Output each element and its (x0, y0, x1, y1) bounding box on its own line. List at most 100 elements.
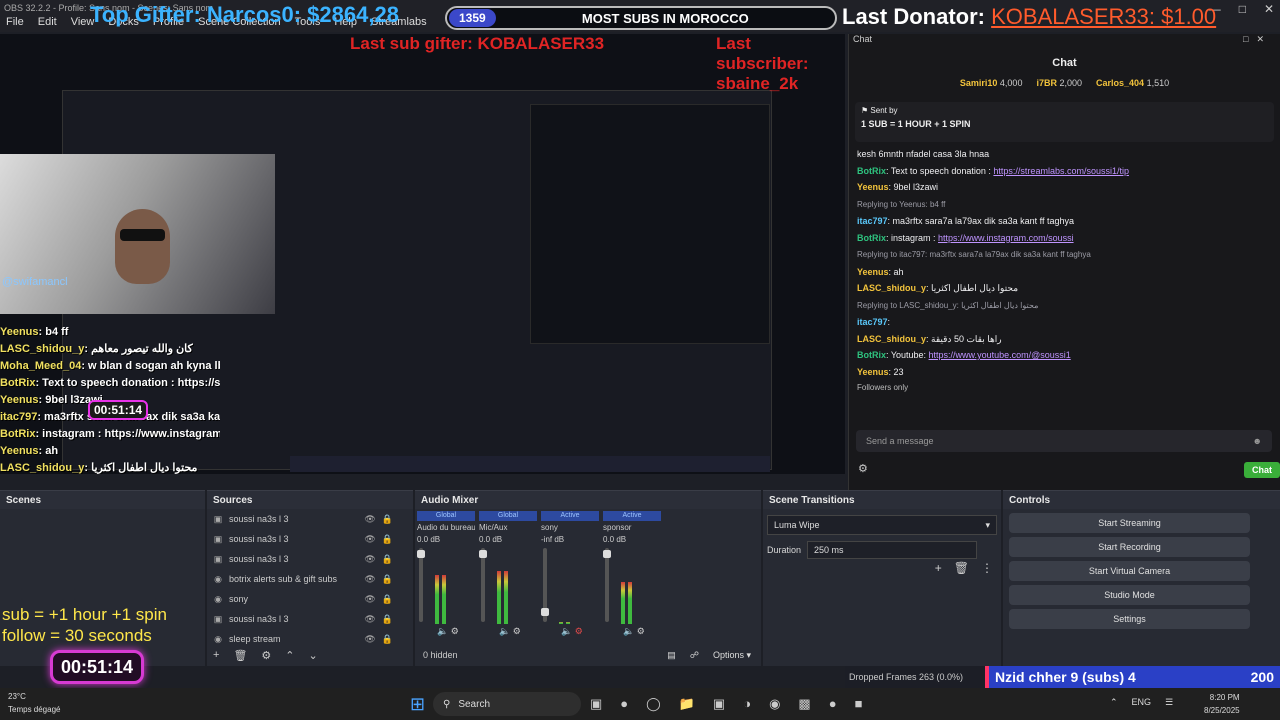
mixer-channel-name[interactable]: Mic/Aux (479, 521, 537, 534)
link-icon[interactable]: ☍ (690, 650, 699, 661)
volume-slider-knob[interactable] (541, 608, 549, 616)
move-down-icon[interactable]: ⌄ (309, 649, 318, 662)
mixer-options-button[interactable]: Options ▾ (713, 650, 751, 661)
scenes-title: Scenes (0, 491, 205, 509)
chat-username[interactable]: Yeenus (857, 267, 889, 277)
chat-username[interactable]: BotRix (857, 166, 886, 176)
layout-icon[interactable]: ▤ (667, 650, 676, 661)
level-meter (621, 582, 625, 624)
chat-link[interactable]: https://www.instagram.com/soussi (938, 233, 1074, 243)
volume-slider-knob[interactable] (603, 550, 611, 558)
chat-username[interactable]: Yeenus (857, 182, 889, 192)
maximize-icon[interactable]: □ (1239, 2, 1246, 16)
chat-username[interactable]: itac797 (857, 216, 888, 226)
add-icon[interactable]: + (213, 649, 219, 662)
control-button[interactable]: Start Streaming (1009, 513, 1250, 533)
chat-send-button[interactable]: Chat (1244, 462, 1280, 478)
app-icon[interactable]: ■ (855, 696, 863, 712)
pinned-message[interactable]: ⚑ Sent by 1 SUB = 1 HOUR + 1 SPIN (855, 102, 1274, 142)
remove-transition-icon[interactable]: 🗑 (954, 561, 969, 575)
visibility-lock-icons[interactable]: 👁🔒 (364, 534, 399, 545)
capcut-icon[interactable]: ▣ (713, 696, 725, 712)
sub-goal-bar: Nzid chher 9 (subs) 4 200 (985, 666, 1280, 688)
visibility-lock-icons[interactable]: 👁🔒 (364, 554, 399, 565)
chevron-up-icon[interactable]: ⌃ (1110, 697, 1118, 708)
speaker-icon[interactable]: 🔈 (437, 626, 451, 636)
control-button[interactable]: Settings (1009, 609, 1250, 629)
visibility-lock-icons[interactable]: 👁🔒 (364, 614, 399, 625)
chat-username[interactable]: LASC_shidou_y (857, 334, 926, 344)
lang-indicator[interactable]: ENG (1132, 697, 1152, 708)
add-transition-icon[interactable]: + (935, 561, 942, 575)
gear-icon[interactable]: ⚙ (261, 649, 271, 662)
visibility-lock-icons[interactable]: 👁🔒 (364, 634, 399, 645)
menu-item[interactable]: File (6, 16, 24, 32)
chat-link[interactable]: https://www.youtube.com/@soussi1 (929, 350, 1071, 360)
speaker-icon[interactable]: 🔈 (623, 626, 637, 636)
source-item[interactable]: ▣ soussi na3s l 3 👁🔒 (207, 609, 413, 629)
gear-icon[interactable]: ⚙ (451, 626, 459, 636)
wifi-icon[interactable]: ☰ (1165, 697, 1173, 708)
control-button[interactable]: Studio Mode (1009, 585, 1250, 605)
volume-slider[interactable] (481, 548, 485, 622)
mixer-channel-name[interactable]: Audio du bureau (417, 521, 475, 534)
menu-item[interactable]: Edit (38, 16, 57, 32)
more-icon[interactable]: ⋮ (981, 561, 993, 575)
source-item[interactable]: ◉ sleep stream 👁🔒 (207, 629, 413, 649)
task-view-icon[interactable]: ▣ (590, 696, 602, 712)
visibility-lock-icons[interactable]: 👁🔒 (364, 514, 399, 525)
dock-controls-icon[interactable]: □✕ (1243, 34, 1280, 48)
volume-slider[interactable] (605, 548, 609, 622)
volume-slider-knob[interactable] (417, 550, 425, 558)
file-explorer-icon[interactable]: 📁 (679, 696, 695, 712)
duration-label: Duration (767, 545, 802, 555)
mixer-channel: Global Audio du bureau 0.0 dB 🔈 ⚙ (417, 511, 475, 637)
source-item[interactable]: ▣ soussi na3s l 3 👁🔒 (207, 529, 413, 549)
source-item[interactable]: ▣ soussi na3s l 3 👁🔒 (207, 549, 413, 569)
source-item[interactable]: ◉ sony 👁🔒 (207, 589, 413, 609)
volume-slider-knob[interactable] (479, 550, 487, 558)
chat-input[interactable]: Send a message ☻ (856, 430, 1272, 452)
terminal-icon[interactable]: ▩ (798, 696, 810, 712)
visibility-lock-icons[interactable]: 👁🔒 (364, 574, 399, 585)
windows-start-icon[interactable]: ⊞ (410, 694, 425, 715)
close-icon[interactable]: ✕ (1264, 2, 1274, 16)
discord-icon[interactable]: ● (620, 696, 628, 712)
speaker-icon[interactable]: 🔈 (499, 626, 513, 636)
weather-widget[interactable]: 23°C Temps dégagé (8, 690, 60, 716)
taskbar-search[interactable]: ⚲ Search (433, 692, 581, 716)
reply-text: Replying to LASC_shidou_y: محتوا ديال اط… (857, 300, 1039, 310)
gear-icon[interactable]: ⚙ (575, 626, 583, 636)
duration-input[interactable]: 250 ms (807, 541, 978, 559)
chat-username[interactable]: BotRix (857, 233, 886, 243)
chat-username[interactable]: itac797 (857, 317, 888, 327)
taskbar-clock[interactable]: 8:20 PM 8/25/2025 (1204, 691, 1240, 717)
source-item[interactable]: ▣ soussi na3s l 3 👁🔒 (207, 509, 413, 529)
browser-icon[interactable]: ◑ (743, 696, 751, 712)
chat-link[interactable]: https://streamlabs.com/soussi1/tip (993, 166, 1129, 176)
visibility-lock-icons[interactable]: 👁🔒 (364, 594, 399, 605)
gear-icon[interactable]: ⚙ (637, 626, 645, 636)
gear-icon[interactable]: ⚙ (513, 626, 521, 636)
volume-slider[interactable] (419, 548, 423, 622)
spotify-icon[interactable]: ● (829, 696, 837, 712)
source-item[interactable]: ◉ botrix alerts sub & gift subs 👁🔒 (207, 569, 413, 589)
obs-icon[interactable]: ◉ (769, 696, 780, 712)
mixer-channel-name[interactable]: sponsor (603, 521, 661, 534)
emote-icon[interactable]: ☻ (1253, 436, 1262, 446)
preview-canvas[interactable]: Last sub gifter: KOBALASER33 Last subscr… (0, 34, 845, 474)
chat-username[interactable]: BotRix (857, 350, 886, 360)
move-up-icon[interactable]: ⌃ (285, 649, 294, 662)
chat-settings-icon[interactable]: ⚙ (858, 462, 868, 475)
control-button[interactable]: Start Virtual Camera (1009, 561, 1250, 581)
transition-select[interactable]: Luma Wipe ▾ (767, 515, 997, 535)
speaker-icon[interactable]: 🔈 (561, 626, 575, 636)
chat-username[interactable]: LASC_shidou_y (857, 283, 926, 293)
source-name: soussi na3s l 3 (229, 534, 289, 544)
transition-toolbar: + 🗑 ⋮ (935, 561, 993, 575)
opera-icon[interactable]: ◯ (646, 696, 661, 712)
control-button[interactable]: Start Recording (1009, 537, 1250, 557)
trash-icon[interactable]: 🗑 (233, 649, 247, 662)
chat-username[interactable]: Yeenus (857, 367, 889, 377)
mixer-channel-name[interactable]: sony (541, 521, 599, 534)
